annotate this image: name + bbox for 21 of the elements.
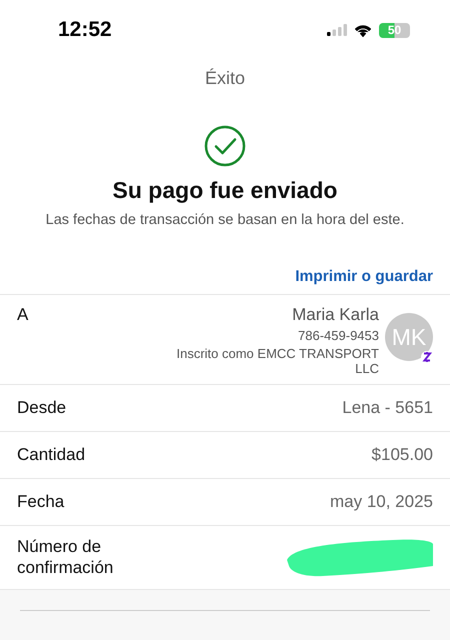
enrolled-business: Inscrito como EMCC TRANSPORT LLC: [175, 346, 379, 376]
signal-icon: [327, 24, 347, 36]
recipient-name: Maria Karla: [292, 305, 379, 325]
detail-label: Fecha: [17, 491, 66, 514]
screen-title: Éxito: [204, 68, 246, 89]
print-save-link[interactable]: Imprimir o guardar: [295, 268, 433, 286]
detail-value: may 10, 2025: [330, 492, 433, 512]
status-time: 12:52: [58, 18, 112, 42]
detail-value: $105.00: [372, 445, 433, 465]
detail-value: Lena - 5651: [342, 398, 433, 418]
detail-label: Cantidad: [17, 444, 86, 466]
zelle-badge-icon: [421, 350, 433, 364]
recipient-phone: 786-459-9453: [298, 328, 379, 343]
success-heading: Su pago fue enviado: [112, 177, 338, 204]
detail-label: Desde: [17, 397, 68, 420]
recipient-label: A: [17, 305, 28, 325]
timezone-note: Las fechas de transacción se basan en la hora del este.: [46, 212, 404, 228]
detail-label: Número de confirmación: [17, 536, 114, 580]
wifi-icon: [354, 24, 372, 36]
check-circle-icon: [204, 125, 246, 167]
battery-icon: 50: [379, 22, 410, 38]
